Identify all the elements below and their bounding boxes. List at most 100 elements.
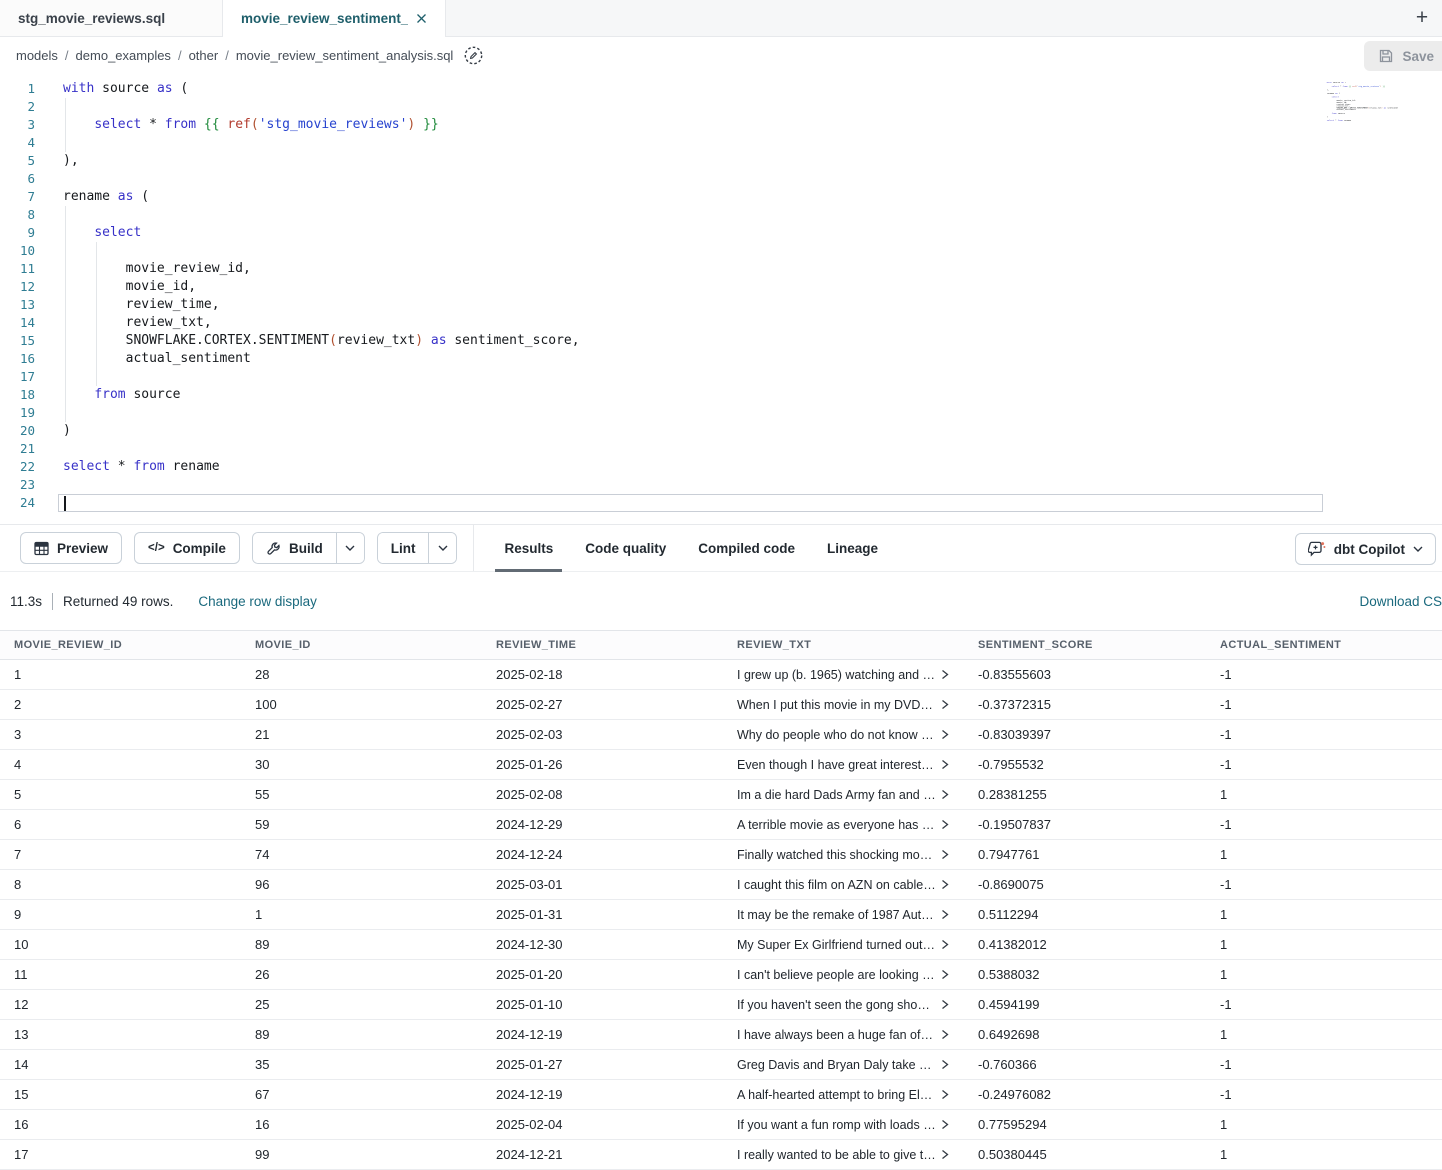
table-row: 14352025-01-27Greg Davis and Bryan Daly … [0,1050,1442,1080]
expand-cell-chevron-icon[interactable] [941,699,949,710]
save-label: Save [1402,49,1434,64]
cell-review_time: 2024-12-30 [482,937,723,952]
breadcrumb-segment[interactable]: demo_examples [76,48,171,63]
cell-review_time: 2025-01-26 [482,757,723,772]
cell-movie_review_id: 11 [0,967,241,982]
line-number: 5 [0,152,45,170]
breadcrumb-segment[interactable]: models [16,48,58,63]
expand-cell-chevron-icon[interactable] [941,789,949,800]
cell-movie_review_id: 8 [0,877,241,892]
cell-review-txt: My Super Ex Girlfriend turned out to b… [723,938,964,952]
lint-button[interactable]: Lint [378,533,429,563]
cell-actual_sentiment: 1 [1206,1117,1442,1132]
cell-review_time: 2025-01-31 [482,907,723,922]
expand-cell-chevron-icon[interactable] [941,819,949,830]
minimap[interactable]: with source as ( select * from {{ ref('s… [1326,82,1398,130]
cell-review_time: 2025-03-01 [482,877,723,892]
expand-cell-chevron-icon[interactable] [941,879,949,890]
breadcrumb-segment[interactable]: other [189,48,219,63]
cell-movie_review_id: 15 [0,1087,241,1102]
tab-compiled-code[interactable]: Compiled code [682,524,811,572]
cell-movie_review_id: 13 [0,1027,241,1042]
cell-sentiment_score: 0.77595294 [964,1117,1206,1132]
compile-button[interactable]: </> Compile [134,532,240,564]
code-content[interactable]: with source as ( select * from {{ ref('s… [58,80,1323,512]
cell-review-txt: When I put this movie in my DVD playe… [723,698,964,712]
build-button[interactable]: Build [253,533,336,563]
expand-cell-chevron-icon[interactable] [941,669,949,680]
tab-results[interactable]: Results [488,524,569,572]
cell-actual_sentiment: -1 [1206,727,1442,742]
new-tab-button[interactable]: + [1402,0,1442,36]
edit-pencil-icon[interactable] [463,45,484,66]
code-line [58,440,1323,458]
indent-guide [96,242,97,260]
code-editor[interactable]: 123456789101112131415161718192021222324 … [0,74,1442,524]
cell-actual_sentiment: -1 [1206,1087,1442,1102]
cell-movie_review_id: 17 [0,1147,241,1162]
copilot-chat-sparkle-icon [1308,541,1326,558]
change-row-display-link[interactable]: Change row display [198,594,317,609]
indent-guide [65,98,66,116]
query-duration: 11.3s [10,594,42,609]
cell-actual_sentiment: -1 [1206,997,1442,1012]
tab-lineage[interactable]: Lineage [811,524,894,572]
cell-movie_id: 89 [241,1027,482,1042]
code-line: ) [58,422,1323,440]
indent-guide [65,134,66,152]
cell-movie_review_id: 4 [0,757,241,772]
review-text: Finally watched this shocking movie la… [737,848,936,862]
cell-review-txt: Finally watched this shocking movie la… [723,848,964,862]
cell-review-txt: If you haven't seen the gong show TV s… [723,998,964,1012]
lint-dropdown-button[interactable] [428,533,456,563]
tab-stg-movie-reviews[interactable]: stg_movie_reviews.sql [0,0,223,36]
indent-guide [65,242,66,260]
cell-review-txt: I can't believe people are looking for a… [723,968,964,982]
indent-guide [96,278,97,296]
table-row: 7742024-12-24Finally watched this shocki… [0,840,1442,870]
save-button[interactable]: Save [1364,41,1442,71]
cell-movie_review_id: 3 [0,727,241,742]
tab-code-quality[interactable]: Code quality [569,524,682,572]
cell-movie_id: 35 [241,1057,482,1072]
code-line: review_time, [58,296,1323,314]
cell-sentiment_score: -0.8690075 [964,877,1206,892]
download-csv-link[interactable]: Download CSV [1359,594,1442,609]
expand-cell-chevron-icon[interactable] [941,969,949,980]
expand-cell-chevron-icon[interactable] [941,729,949,740]
close-icon[interactable] [408,13,427,24]
cell-sentiment_score: -0.7955532 [964,757,1206,772]
expand-cell-chevron-icon[interactable] [941,1089,949,1100]
expand-cell-chevron-icon[interactable] [941,909,949,920]
expand-cell-chevron-icon[interactable] [941,1029,949,1040]
code-line: review_txt, [58,314,1323,332]
expand-cell-chevron-icon[interactable] [941,759,949,770]
code-line: actual_sentiment [58,350,1323,368]
cell-review-txt: Im a die hard Dads Army fan and nothi… [723,788,964,802]
tab-movie-review-sentiment[interactable]: movie_review_sentiment_… [223,0,446,36]
preview-button[interactable]: Preview [20,532,122,564]
cell-review_time: 2025-01-27 [482,1057,723,1072]
line-number: 11 [0,260,45,278]
breadcrumb-separator: / [65,48,69,63]
code-line: select * from rename [58,458,1323,476]
expand-cell-chevron-icon[interactable] [941,849,949,860]
indent-guide [96,368,97,386]
expand-cell-chevron-icon[interactable] [941,939,949,950]
review-text: I caught this film on AZN on cable. It s… [737,878,936,892]
build-dropdown-button[interactable] [336,533,364,563]
cell-review-txt: Greg Davis and Bryan Daly take some … [723,1058,964,1072]
expand-cell-chevron-icon[interactable] [941,1059,949,1070]
expand-cell-chevron-icon[interactable] [941,1149,949,1160]
breadcrumb-segment[interactable]: movie_review_sentiment_analysis.sql [236,48,454,63]
dbt-copilot-button[interactable]: dbt Copilot [1295,533,1436,565]
line-number: 6 [0,170,45,188]
expand-cell-chevron-icon[interactable] [941,1119,949,1130]
review-text: If you haven't seen the gong show TV s… [737,998,936,1012]
line-number-gutter: 123456789101112131415161718192021222324 [0,80,45,512]
results-toolbar: Preview </> Compile Build Lint ResultsCo… [0,524,1442,572]
cell-review_time: 2025-02-08 [482,787,723,802]
line-number: 16 [0,350,45,368]
expand-cell-chevron-icon[interactable] [941,999,949,1010]
code-line [58,206,1323,224]
